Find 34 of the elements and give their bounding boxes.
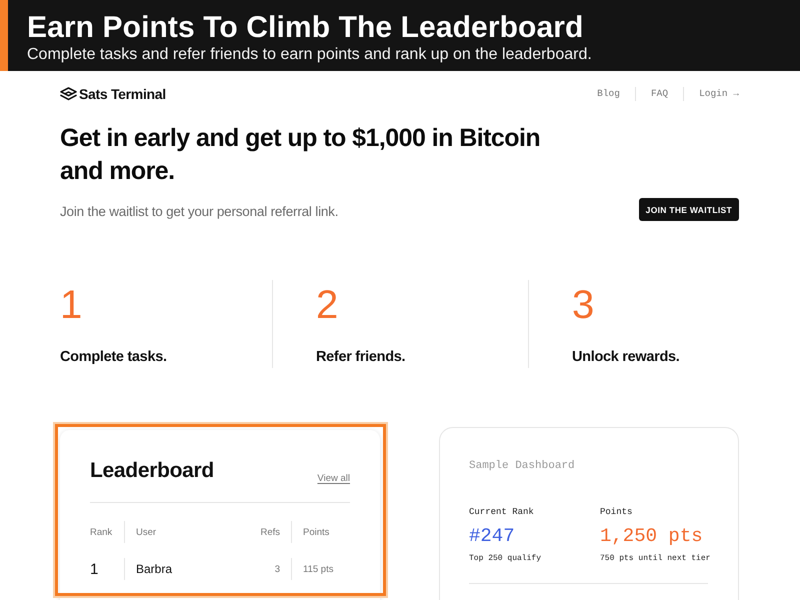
table-cell-text: 3: [274, 562, 281, 576]
stat-note: Top 250 qualify: [469, 553, 542, 564]
column-header: Rank: [90, 526, 114, 540]
dashboard-title: Sample Dashboard: [469, 459, 575, 473]
hero-headline: Get in early and get up to $1,000 in Bitcoin and more.: [60, 123, 542, 187]
step-label: Refer friends.: [316, 348, 406, 366]
step-number: 1: [60, 282, 82, 328]
nav-link[interactable]: Blog: [597, 87, 620, 101]
column-header: Points: [291, 521, 350, 543]
nav-link[interactable]: Login →: [683, 87, 739, 101]
brand-name: Sats Terminal: [79, 86, 166, 102]
stat-value: #247: [469, 524, 515, 548]
banner-subtitle: Complete tasks and refer friends to earn points and rank up on the leaderboard.: [27, 45, 592, 65]
logo-icon: [60, 87, 77, 101]
stat-label: Points: [600, 506, 632, 518]
step-label: Unlock rewards.: [572, 348, 680, 366]
stat-note: 750 pts until next tier: [600, 553, 710, 564]
view-all-link[interactable]: View all: [317, 473, 350, 484]
leaderboard-title: Leaderboard: [90, 458, 214, 484]
step-label: Complete tasks.: [60, 348, 167, 366]
accent-bar: [0, 0, 8, 71]
step-number: 3: [572, 282, 594, 328]
step-number: 2: [316, 282, 338, 328]
column-header: Refs: [259, 526, 281, 540]
table-cell: 115 pts: [291, 558, 350, 580]
banner-title: Earn Points To Climb The Leaderboard: [27, 11, 584, 45]
stat-value: 1,250 pts: [600, 524, 703, 548]
table-cell-text: 1: [90, 560, 100, 580]
stat-label: Current Rank: [469, 506, 534, 518]
nav-link[interactable]: FAQ: [634, 87, 668, 101]
hero-subtitle: Join the waitlist to get your personal referral link.: [60, 203, 340, 221]
join-waitlist-button[interactable]: JOIN THE WAITLIST: [638, 198, 739, 221]
table-cell: Barbra: [124, 558, 240, 580]
column-header: User: [124, 521, 240, 543]
